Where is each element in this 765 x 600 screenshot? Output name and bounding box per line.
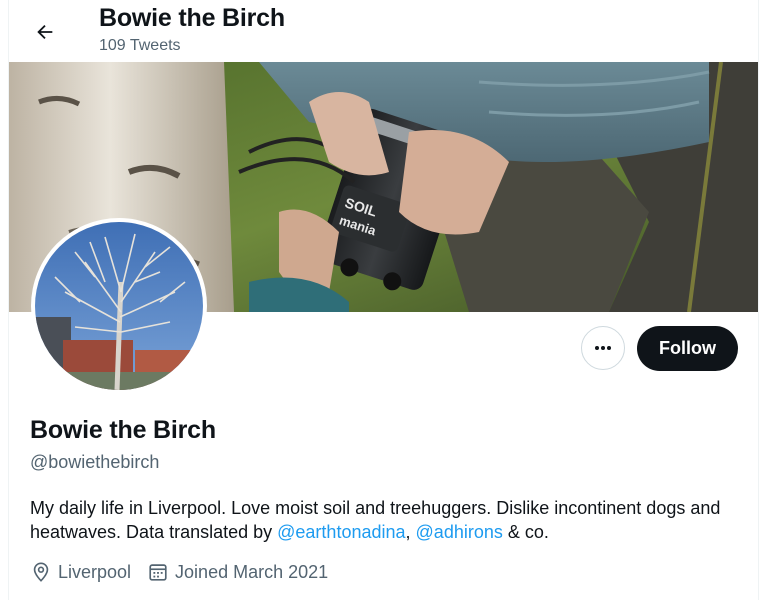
avatar-image — [35, 222, 203, 390]
more-options-button[interactable] — [581, 326, 625, 370]
mention-link-adhirons[interactable]: @adhirons — [416, 522, 503, 542]
follow-button[interactable]: Follow — [637, 326, 738, 371]
profile-name: Bowie the Birch — [30, 416, 216, 444]
back-button[interactable] — [27, 14, 63, 50]
location-item: Liverpool — [30, 561, 131, 583]
mention-link-earthtonadina[interactable]: @earthtonadina — [277, 522, 405, 542]
bio-separator: , — [405, 522, 416, 542]
joined-text: Joined March 2021 — [175, 561, 329, 582]
profile-handle: @bowiethebirch — [30, 452, 160, 472]
calendar-icon — [149, 564, 167, 581]
page-title: Bowie the Birch — [99, 4, 285, 32]
profile-avatar[interactable] — [31, 218, 207, 394]
bio-end: & co. — [502, 522, 549, 542]
arrow-left-icon — [37, 24, 53, 40]
profile-column: Bowie the Birch 109 Tweets SOIL mania Fo… — [8, 0, 759, 600]
location-text: Liverpool — [58, 561, 132, 582]
more-horizontal-icon — [595, 346, 611, 350]
profile-meta: Liverpool Joined March 2021 — [30, 560, 344, 584]
top-bar: Bowie the Birch 109 Tweets — [9, 0, 758, 62]
tweet-count: 109 Tweets — [99, 37, 181, 54]
joined-item: Joined March 2021 — [147, 561, 328, 583]
profile-bio: My daily life in Liverpool. Love moist s… — [30, 496, 745, 544]
location-pin-icon — [33, 562, 49, 582]
